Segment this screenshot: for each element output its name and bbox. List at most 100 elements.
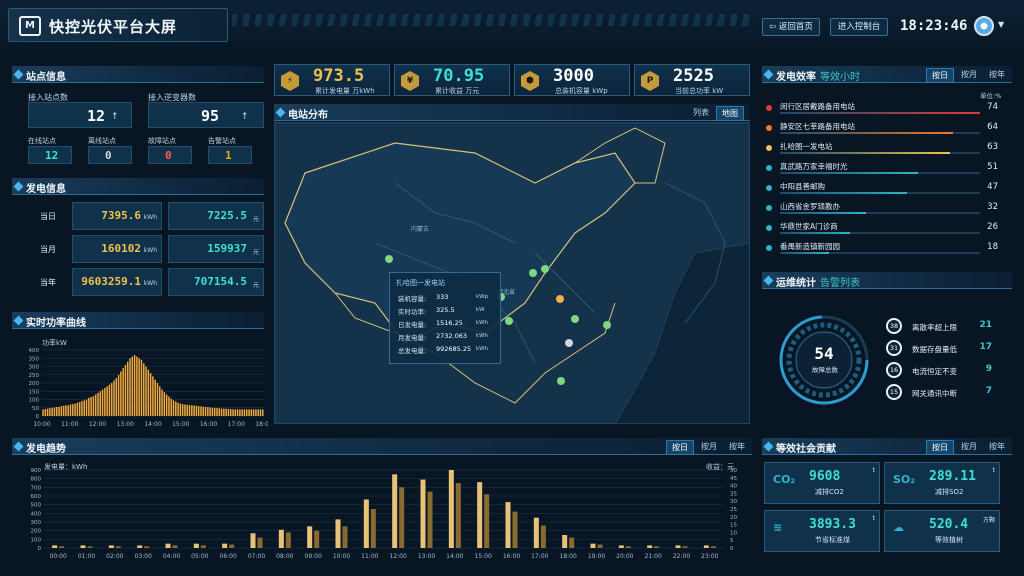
alarm-item[interactable]: 31 数据存盘量低 17: [886, 340, 996, 356]
tab-yearly[interactable]: 按年: [984, 440, 1010, 455]
app-logo-icon: M: [19, 16, 41, 36]
efficiency-item-value: 63: [987, 142, 998, 152]
x-tick-label: 16:00: [200, 421, 217, 428]
station-pin[interactable]: [505, 317, 513, 325]
efficiency-item-name: 华鼎世家A门诊商: [780, 222, 838, 231]
tab-monthly[interactable]: 按月: [956, 68, 982, 83]
power-bar: [163, 392, 166, 416]
popup-unit: kWh: [476, 346, 489, 352]
rank-dot-icon: [766, 245, 772, 251]
alarm-item[interactable]: 15 网关通讯中断 7: [886, 384, 996, 400]
trend-bar-energy: [335, 519, 341, 548]
power-bar: [58, 406, 60, 416]
trend-bar-revenue: [285, 532, 291, 548]
social-value: 289.11: [929, 469, 976, 484]
efficiency-bar: [780, 192, 980, 194]
x-tick-label: 01:00: [78, 553, 95, 560]
y-tick-label: 300: [31, 520, 42, 526]
x-tick-label: 18:00: [560, 553, 577, 560]
social-card: ≋ 3893.3 节省标准煤 t: [764, 510, 880, 552]
tab-daily[interactable]: 按日: [926, 68, 954, 83]
efficiency-unit: 单位:%: [980, 92, 1002, 100]
x-tick-label: 10:00: [333, 553, 350, 560]
alarm-name: 网关通讯中断: [912, 389, 957, 398]
tab-daily[interactable]: 按日: [666, 440, 694, 455]
tab-yearly[interactable]: 按年: [984, 68, 1010, 83]
x-tick-label: 10:00: [33, 421, 50, 428]
power-bar: [69, 404, 72, 416]
efficiency-item-name: 扎哈图一发电站: [780, 142, 833, 151]
title-plate: M 快控光伏平台大屏: [8, 8, 228, 42]
efficiency-item[interactable]: 山西省金罗琐教办 32: [764, 200, 1004, 218]
kpi-value: 70.95: [433, 66, 485, 86]
station-pin[interactable]: [557, 377, 565, 385]
power-bar: [227, 408, 230, 416]
ops-subtitle[interactable]: 告警列表: [820, 274, 860, 289]
home-button[interactable]: ⇦ 返回首页: [762, 18, 820, 36]
station-pin[interactable]: [565, 339, 573, 347]
kpi-badge-icon: ⚡: [281, 71, 299, 91]
trend-bar-energy: [590, 543, 596, 548]
power-bar: [99, 391, 102, 416]
kpi-value: 973.5: [313, 66, 365, 86]
alarm-item[interactable]: 38 离散率超上限 21: [886, 318, 996, 334]
x-tick-label: 13:00: [117, 421, 134, 428]
station-pin[interactable]: [556, 295, 564, 303]
power-bar: [140, 359, 143, 416]
station-pin[interactable]: [571, 315, 579, 323]
efficiency-item[interactable]: 静安区七莘路备用电站 64: [764, 120, 1004, 138]
y2-tick-label: 20: [730, 515, 737, 521]
gen-yuan-cell: 707154.5 元: [168, 268, 264, 296]
tab-yearly[interactable]: 按年: [724, 440, 750, 455]
station-map[interactable]: 内蒙古 河北省 扎哈图一发电站 装机容量: 333 kWp 实时功率: 325.5 kW 日…: [274, 122, 750, 424]
y-tick-label: 200: [31, 529, 42, 535]
gen-kwh-cell: 7395.6 kWh: [72, 202, 162, 230]
gen-yuan-cell: 159937 元: [168, 235, 264, 263]
efficiency-item[interactable]: 闵行区居戴路备用电站 74: [764, 100, 1004, 118]
power-bar: [239, 409, 241, 416]
x-tick-label: 04:00: [163, 553, 180, 560]
gen-kwh-value: 9603259.1: [81, 275, 141, 288]
efficiency-item[interactable]: 中阳县善邮购 47: [764, 180, 1004, 198]
y-tick-label: 700: [31, 485, 42, 491]
trend-bar-revenue: [710, 546, 716, 548]
tab-daily[interactable]: 按日: [926, 440, 954, 455]
station-pin[interactable]: [385, 255, 393, 263]
power-bar: [200, 406, 202, 416]
power-bar: [159, 386, 161, 416]
chevron-down-icon[interactable]: ▼: [998, 20, 1004, 29]
station-pin[interactable]: [541, 265, 549, 273]
gen-info-title: 发电信息: [26, 184, 66, 195]
tab-list[interactable]: 列表: [688, 106, 714, 121]
efficiency-item-name: 番禺新造镇新园园: [780, 242, 840, 251]
tab-monthly[interactable]: 按月: [696, 440, 722, 455]
console-button[interactable]: 进入控制台: [830, 18, 888, 36]
efficiency-item[interactable]: 番禺新造镇新园园 18: [764, 240, 1004, 258]
trend-bar-revenue: [399, 487, 405, 548]
x-tick-label: 05:00: [191, 553, 208, 560]
gen-yuan-cell: 7225.5 元: [168, 202, 264, 230]
social-unit: t: [872, 515, 875, 522]
efficiency-item[interactable]: 华鼎世家A门诊商 26: [764, 220, 1004, 238]
popup-title: 扎哈图一发电站: [396, 279, 445, 287]
y-tick-label: 500: [31, 503, 42, 509]
alarm-item[interactable]: 16 电流恒定不变 9: [886, 362, 996, 378]
tab-map[interactable]: 地图: [716, 106, 744, 121]
popup-unit: kWh: [476, 333, 489, 339]
station-popup: 扎哈图一发电站 装机容量: 333 kWp 实时功率: 325.5 kW 日发电量: 1516…: [389, 272, 501, 364]
user-avatar[interactable]: [974, 16, 994, 36]
station-pin[interactable]: [529, 269, 537, 277]
trend-bar-revenue: [455, 483, 461, 548]
station-pin[interactable]: [603, 321, 611, 329]
efficiency-item[interactable]: 扎哈图一发电站 63: [764, 140, 1004, 158]
efficiency-item[interactable]: 真武路万家幸福时光 51: [764, 160, 1004, 178]
tab-monthly[interactable]: 按月: [956, 440, 982, 455]
x-tick-label: 17:00: [228, 421, 245, 428]
power-bar: [88, 397, 90, 416]
trend-bar-energy: [420, 479, 426, 548]
gen-yuan-unit: 元: [252, 282, 259, 289]
power-bar: [184, 404, 186, 416]
power-bar: [101, 389, 104, 416]
trend-bar-revenue: [569, 537, 575, 548]
x-tick-label: 14:00: [446, 553, 463, 560]
